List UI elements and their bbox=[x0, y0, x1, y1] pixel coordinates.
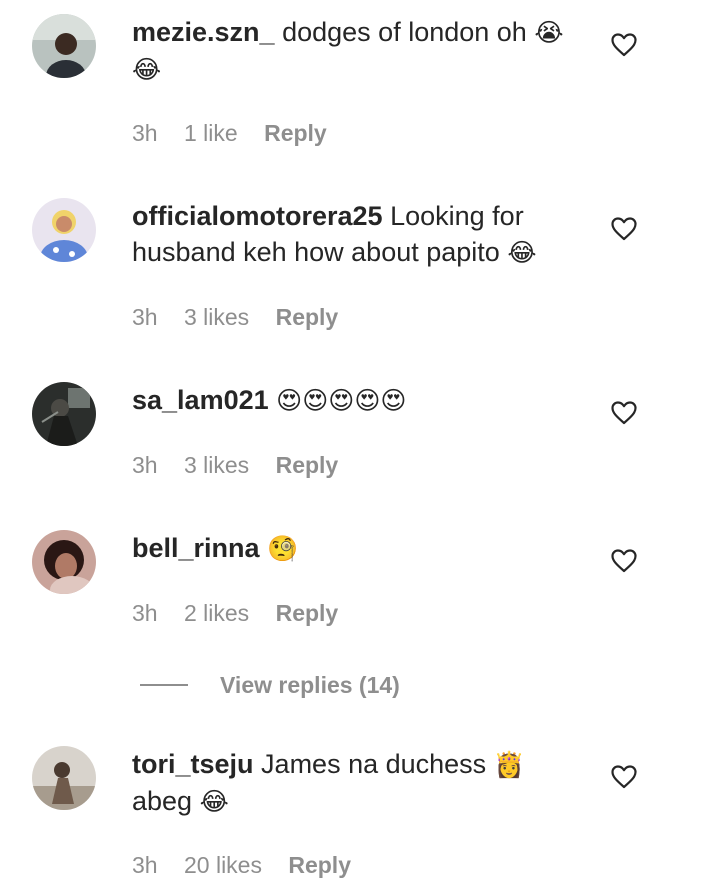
comment-likes[interactable]: 3 likes bbox=[184, 452, 249, 478]
comment-username[interactable]: mezie.szn_ bbox=[132, 17, 275, 47]
like-heart-icon[interactable] bbox=[611, 549, 637, 573]
comment-username[interactable]: bell_rinna bbox=[132, 533, 260, 563]
reply-button[interactable]: Reply bbox=[264, 120, 327, 146]
comment-time: 3h bbox=[132, 852, 158, 878]
comment-emojis: 🧐 bbox=[267, 535, 299, 563]
comment-likes[interactable]: 20 likes bbox=[184, 852, 262, 878]
reply-button[interactable]: Reply bbox=[288, 852, 351, 878]
comment-emojis: 😂 bbox=[507, 239, 537, 267]
comment-time: 3h bbox=[132, 600, 158, 626]
comment-time: 3h bbox=[132, 120, 158, 146]
comment-meta: 3h 3 likes Reply bbox=[132, 452, 358, 479]
reply-button[interactable]: Reply bbox=[276, 452, 339, 478]
comment-time: 3h bbox=[132, 304, 158, 330]
reply-button[interactable]: Reply bbox=[276, 304, 339, 330]
comment-message-continued: abeg bbox=[132, 786, 193, 816]
like-heart-icon[interactable] bbox=[611, 33, 637, 57]
comment-emojis: 👸 bbox=[493, 751, 525, 779]
comment-meta: 3h 1 like Reply bbox=[132, 120, 347, 147]
comment-text: sa_lam021 😍😍😍😍😍 bbox=[132, 382, 592, 419]
avatar[interactable] bbox=[32, 530, 96, 594]
comment-message: James na duchess bbox=[261, 749, 487, 779]
reply-button[interactable]: Reply bbox=[276, 600, 339, 626]
comment-username[interactable]: tori_tseju bbox=[132, 749, 254, 779]
comment-username[interactable]: sa_lam021 bbox=[132, 385, 269, 415]
comment-likes[interactable]: 1 like bbox=[184, 120, 238, 146]
comment-meta: 3h 3 likes Reply bbox=[132, 304, 358, 331]
like-heart-icon[interactable] bbox=[611, 765, 637, 789]
view-replies-label: View replies (14) bbox=[220, 671, 400, 698]
comment-meta: 3h 20 likes Reply bbox=[132, 852, 371, 879]
view-replies-button[interactable]: View replies (14) bbox=[140, 668, 400, 702]
comment-message: dodges of london oh bbox=[282, 17, 527, 47]
comment-text: mezie.szn_ dodges of london oh 😭 😂 bbox=[132, 14, 592, 88]
comment-emojis: 😍😍😍😍😍 bbox=[276, 387, 407, 415]
avatar[interactable] bbox=[32, 382, 96, 446]
like-heart-icon[interactable] bbox=[611, 401, 637, 425]
comment-text: tori_tseju James na duchess 👸 abeg 😂 bbox=[132, 746, 592, 820]
avatar[interactable] bbox=[32, 14, 96, 78]
avatar[interactable] bbox=[32, 746, 96, 810]
view-replies-divider bbox=[140, 684, 188, 686]
comment-likes[interactable]: 2 likes bbox=[184, 600, 249, 626]
comment-likes[interactable]: 3 likes bbox=[184, 304, 249, 330]
comment-meta: 3h 2 likes Reply bbox=[132, 600, 358, 627]
avatar[interactable] bbox=[32, 198, 96, 262]
comment-time: 3h bbox=[132, 452, 158, 478]
comment-username[interactable]: officialomotorera25 bbox=[132, 201, 383, 231]
comment-text: officialomotorera25 Looking for husband … bbox=[132, 198, 592, 271]
comment-emojis-continued: 😂 bbox=[199, 788, 229, 816]
like-heart-icon[interactable] bbox=[611, 217, 637, 241]
comment-text: bell_rinna 🧐 bbox=[132, 530, 592, 567]
